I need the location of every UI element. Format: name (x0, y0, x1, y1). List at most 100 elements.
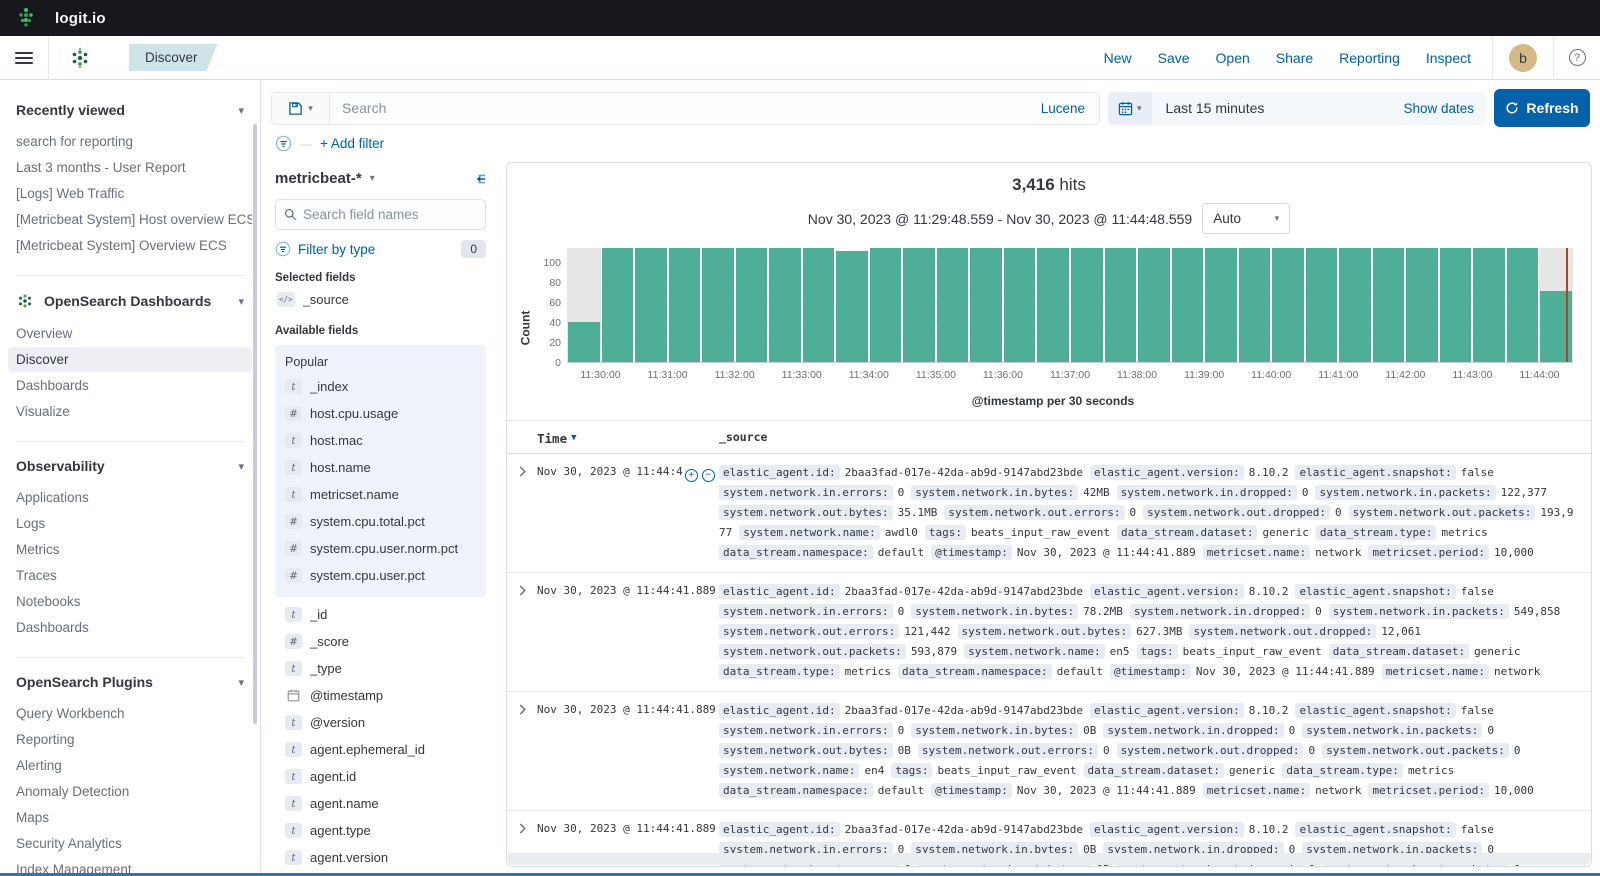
menu-icon[interactable] (0, 36, 48, 80)
histogram-bucket[interactable] (634, 248, 668, 362)
histogram-bucket[interactable] (969, 248, 1003, 362)
field-index[interactable]: t _index (283, 375, 478, 398)
sidebar-item-visualize[interactable]: Visualize (8, 399, 252, 424)
sidebar-item-applications[interactable]: Applications (8, 485, 252, 510)
sidebar-item-logs[interactable]: Logs (8, 511, 252, 536)
sidebar-item-anomaly-detection[interactable]: Anomaly Detection (8, 779, 252, 804)
header-link-reporting[interactable]: Reporting (1339, 50, 1400, 66)
histogram-bucket[interactable] (1305, 248, 1339, 362)
sidebar-item-dashboards[interactable]: Dashboards (8, 615, 252, 640)
sidebar-item-overview[interactable]: Overview (8, 321, 252, 346)
time-column-header[interactable]: Time ▼ (537, 427, 719, 447)
histogram-bucket[interactable] (1405, 248, 1439, 362)
header-link-open[interactable]: Open (1216, 50, 1250, 66)
histogram-bucket[interactable] (1506, 248, 1540, 362)
field-system-cpu-user-norm-pct[interactable]: # system.cpu.user.norm.pct (283, 537, 478, 560)
filter-out-icon[interactable]: − (701, 469, 715, 482)
field-score[interactable]: # _score (283, 630, 478, 653)
field-timestamp[interactable]: @timestamp (283, 684, 478, 707)
sidebar-item-traces[interactable]: Traces (8, 563, 252, 588)
histogram-bucket[interactable] (1271, 248, 1305, 362)
histogram-bucket[interactable] (1171, 248, 1205, 362)
field-version[interactable]: t @version (283, 711, 478, 734)
histogram-bucket[interactable] (601, 248, 635, 362)
histogram-bucket[interactable] (835, 248, 869, 362)
recent-item-logs-web-traffic[interactable]: [Logs] Web Traffic (8, 181, 252, 206)
sidebar-item-notebooks[interactable]: Notebooks (8, 589, 252, 614)
histogram-bucket[interactable] (1338, 248, 1372, 362)
time-range-value[interactable]: Last 15 minutes (1152, 100, 1392, 116)
recent-item-search-for-reporting[interactable]: search for reporting (8, 129, 252, 154)
sidebar-item-alerting[interactable]: Alerting (8, 753, 252, 778)
histogram-bucket[interactable] (869, 248, 903, 362)
header-link-save[interactable]: Save (1158, 50, 1190, 66)
nav-section-header-opensearch-dashboards[interactable]: OpenSearch Dashboards ▾ (0, 286, 260, 316)
search-input[interactable] (330, 100, 1027, 116)
histogram-bucket[interactable] (1372, 248, 1406, 362)
field-host-name[interactable]: t host.name (283, 456, 478, 479)
plot-area[interactable] (567, 248, 1573, 363)
field-host-mac[interactable]: t host.mac (283, 429, 478, 452)
lucene-switch[interactable]: Lucene (1027, 101, 1099, 116)
filter-by-type-button[interactable]: Filter by type (298, 242, 375, 257)
sidebar-scrollbar[interactable] (253, 124, 257, 724)
histogram-bucket[interactable] (701, 248, 735, 362)
recent-item-metricbeat-system-host-overview-ecs[interactable]: [Metricbeat System] Host overview ECS (8, 207, 252, 232)
expand-row-icon[interactable] (517, 466, 528, 564)
refresh-button[interactable]: Refresh (1494, 89, 1590, 127)
date-quick-select-button[interactable]: ▾ (1108, 91, 1152, 125)
histogram-bucket[interactable] (1204, 248, 1238, 362)
index-pattern-select[interactable]: metricbeat-* (275, 170, 362, 187)
sidebar-item-query-workbench[interactable]: Query Workbench (8, 701, 252, 726)
histogram-bucket[interactable] (1036, 248, 1070, 362)
filter-for-icon[interactable]: + (684, 469, 698, 482)
field-search-input[interactable] (303, 207, 477, 222)
histogram-bucket[interactable] (567, 248, 601, 362)
filter-icon[interactable] (275, 135, 292, 152)
field-metricset-name[interactable]: t metricset.name (283, 483, 478, 506)
field-type[interactable]: t _type (283, 657, 478, 680)
histogram-bucket[interactable] (735, 248, 769, 362)
histogram-bucket[interactable] (936, 248, 970, 362)
histogram-bucket[interactable] (668, 248, 702, 362)
histogram-bucket[interactable] (1539, 248, 1573, 362)
sidebar-item-maps[interactable]: Maps (8, 805, 252, 830)
histogram-bucket[interactable] (1104, 248, 1138, 362)
histogram-bucket[interactable] (1472, 248, 1506, 362)
field-agent-ephemeral-id[interactable]: t agent.ephemeral_id (283, 738, 478, 761)
recently-viewed-header[interactable]: Recently viewed ▾ (0, 96, 260, 124)
app-tab-discover[interactable]: Discover (129, 44, 218, 71)
field-agent-version[interactable]: t agent.version (283, 846, 478, 869)
nav-section-header-opensearch-plugins[interactable]: OpenSearch Plugins ▾ (0, 668, 260, 696)
sidebar-item-reporting[interactable]: Reporting (8, 727, 252, 752)
nav-section-header-observability[interactable]: Observability ▾ (0, 452, 260, 480)
sidebar-item-security-analytics[interactable]: Security Analytics (8, 831, 252, 856)
field-agent-name[interactable]: t agent.name (283, 792, 478, 815)
field-agent-id[interactable]: t agent.id (283, 765, 478, 788)
sidebar-item-dashboards[interactable]: Dashboards (8, 373, 252, 398)
recent-item-last-3-months-user-report[interactable]: Last 3 months - User Report (8, 155, 252, 180)
histogram-bucket[interactable] (1137, 248, 1171, 362)
collapse-fields-panel-icon[interactable] (471, 172, 486, 186)
sidebar-item-metrics[interactable]: Metrics (8, 537, 252, 562)
header-link-inspect[interactable]: Inspect (1426, 50, 1471, 66)
histogram-bucket[interactable] (902, 248, 936, 362)
histogram-bucket[interactable] (1439, 248, 1473, 362)
field-system-cpu-user-pct[interactable]: # system.cpu.user.pct (283, 564, 478, 587)
histogram-bucket[interactable] (802, 248, 836, 362)
saved-query-menu-button[interactable]: ▾ (272, 92, 330, 124)
avatar[interactable]: b (1509, 43, 1537, 72)
opensearch-logo-icon[interactable] (49, 47, 111, 69)
header-link-share[interactable]: Share (1276, 50, 1313, 66)
field-agent-type[interactable]: t agent.type (283, 819, 478, 842)
expand-row-icon[interactable] (517, 585, 528, 683)
add-filter-button[interactable]: + Add filter (320, 136, 384, 151)
field-system-cpu-total-pct[interactable]: # system.cpu.total.pct (283, 510, 478, 533)
sidebar-item-discover[interactable]: Discover (8, 347, 252, 372)
header-link-new[interactable]: New (1104, 50, 1132, 66)
show-dates-button[interactable]: Show dates (1391, 101, 1486, 116)
recent-item-metricbeat-system-overview-ecs[interactable]: [Metricbeat System] Overview ECS (8, 233, 252, 258)
interval-select[interactable]: Auto ▾ (1202, 203, 1291, 234)
help-icon[interactable]: ? (1568, 49, 1586, 66)
histogram-bucket[interactable] (1070, 248, 1104, 362)
